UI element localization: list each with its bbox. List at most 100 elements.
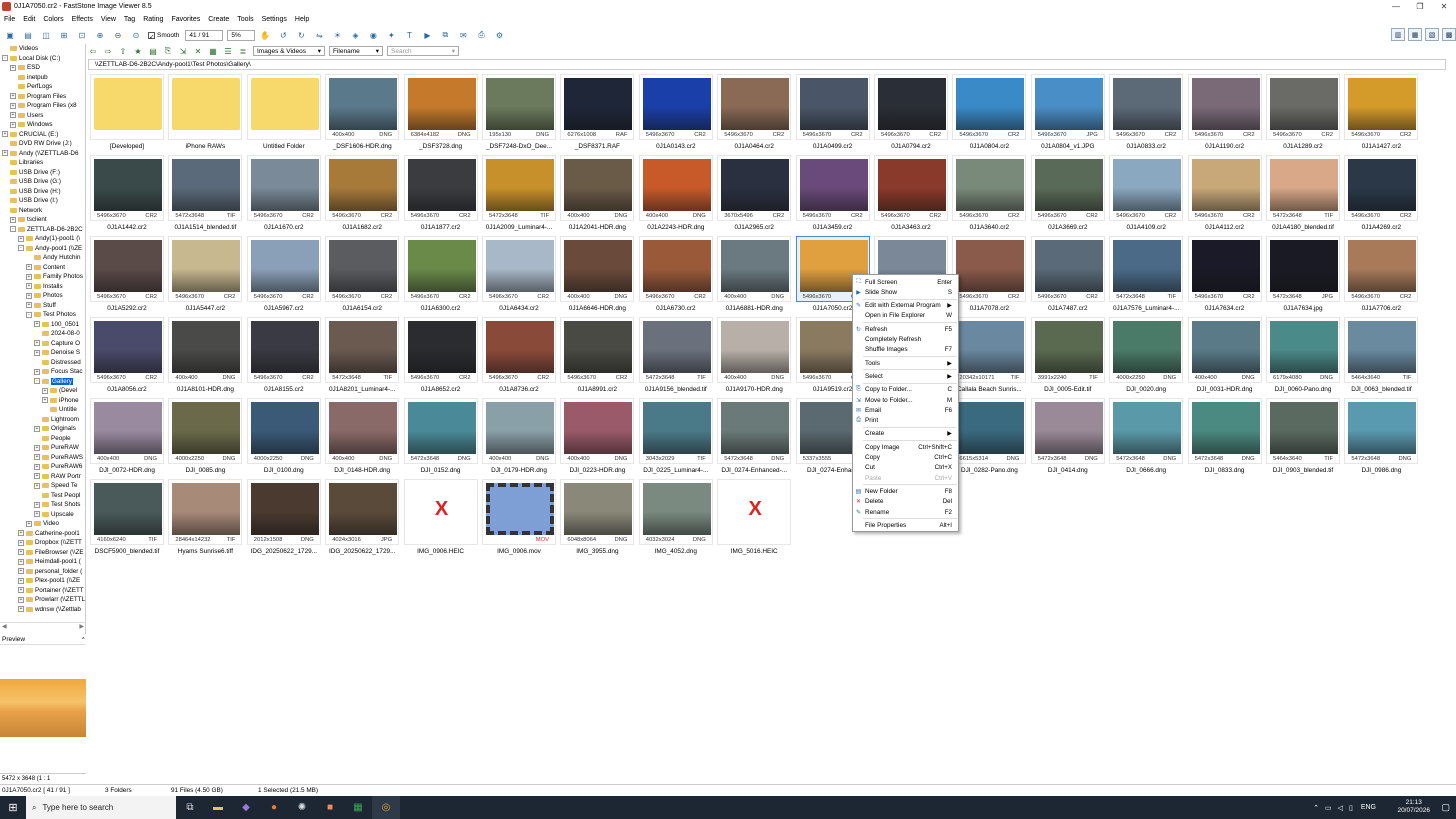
context-item-delete[interactable]: ✕ Delete Del	[853, 497, 958, 507]
zoom-out-icon[interactable]: ⊖	[112, 29, 124, 41]
tree-item[interactable]: + Dropbox (\\ZETT	[0, 538, 85, 548]
delete-tool-icon[interactable]: ✕	[193, 46, 203, 56]
tree-expander-icon[interactable]: +	[2, 131, 8, 138]
tree-item[interactable]: Lightroom	[0, 415, 85, 425]
new-folder-tool-icon[interactable]: ▤	[148, 46, 158, 56]
effects-icon[interactable]: ✦	[385, 29, 397, 41]
tree-expander-icon[interactable]: +	[34, 340, 40, 347]
thumbnail-tile[interactable]: 5496x3670 CR2 0J1A3463.cr2	[874, 155, 948, 235]
context-item-file-properties[interactable]: File Properties Alt+I	[853, 520, 958, 530]
context-item-tools[interactable]: Tools ▶	[853, 358, 958, 368]
network-icon[interactable]: ▭	[1325, 804, 1332, 812]
thumbnail-tile[interactable]: 400x400 DNG DJI_0072-HDR.dng	[90, 398, 164, 478]
search-input[interactable]: Search ▾	[387, 46, 459, 56]
thumbnail-tile[interactable]: 4000x2250 DNG DJI_0085.dng	[168, 398, 243, 478]
thumbnail-tile[interactable]: 5496x3670 CR2 0J1A0833.cr2	[1109, 74, 1184, 154]
tree-item[interactable]: USB Drive (G:)	[0, 177, 85, 187]
context-item-print[interactable]: ⎙ Print	[853, 416, 958, 426]
thumbnail-tile[interactable]: [Developed]	[90, 74, 164, 154]
tree-item[interactable]: Andy Hutchin	[0, 253, 85, 263]
tree-expander-icon[interactable]: +	[18, 606, 24, 613]
thumbnail-tile[interactable]: 4000x2250 DNG DJI_0100.dng	[246, 398, 321, 478]
open-icon[interactable]: ▣	[4, 29, 16, 41]
thumbnail-tile[interactable]: X IMG_5016.HEIC	[717, 479, 792, 559]
tree-item[interactable]: + Test Shots	[0, 500, 85, 510]
tree-expander-icon[interactable]	[2, 207, 8, 213]
layout-1-button[interactable]: ▥	[1391, 28, 1405, 41]
tree-expander-icon[interactable]: +	[34, 444, 40, 451]
tree-expander-icon[interactable]: +	[34, 473, 40, 480]
context-item-open-in-file-explorer[interactable]: Open in File Explorer W	[853, 311, 958, 321]
thumbnail-tile[interactable]: 5496x3670 CR2 0J1A3459.cr2	[795, 155, 870, 235]
tree-item[interactable]: + Capture O	[0, 339, 85, 349]
folder-tree[interactable]: Videos - Local Disk (C:) + ESD inetpub PerfLog…	[0, 44, 86, 634]
thumbnail-tile[interactable]: 5496x3670 CR2 0J1A8991.cr2	[560, 317, 635, 397]
firefox-icon[interactable]: ●	[260, 796, 288, 819]
thumbnail-tile[interactable]: 5496x3670 CR2 0J1A6434.cr2	[482, 236, 556, 316]
notification-icon[interactable]: ▢	[1441, 802, 1450, 813]
filter-select[interactable]: Images & Videos ▾	[253, 46, 325, 56]
thumbnail-tile[interactable]: 5496x3670 CR2 0J1A1442.cr2	[90, 155, 164, 235]
thumbnail-tile[interactable]: 5496x3670 CR2 0J1A1427.cr2	[1344, 74, 1419, 154]
thumbnail-tile[interactable]: 5496x3670 CR2 0J1A1877.cr2	[403, 155, 478, 235]
context-item-new-folder[interactable]: ▤ New Folder F8	[853, 486, 958, 496]
tree-item[interactable]: People	[0, 434, 85, 444]
settings-icon[interactable]: ⚙	[493, 29, 505, 41]
tree-expander-icon[interactable]: +	[18, 235, 24, 242]
email-tool-icon[interactable]: ✉	[457, 29, 469, 41]
thumbnail-tile[interactable]: iPhone RAWs	[168, 74, 243, 154]
thumbnail-tile[interactable]: 5496x3670 CR2 0J1A4112.cr2	[1187, 155, 1262, 235]
thumbnail-tile[interactable]: 4000x2250 DNG DJI_0020.dng	[1109, 317, 1184, 397]
close-button[interactable]: ✕	[1432, 0, 1456, 13]
tree-expander-icon[interactable]: -	[34, 378, 40, 385]
tree-expander-icon[interactable]: -	[26, 311, 32, 318]
thumbnail-tile[interactable]: 5472x3648 DNG DJI_0414.dng	[1030, 398, 1105, 478]
thumbnail-tile[interactable]: 6276x1008 RAF _DSF8371.RAF	[560, 74, 635, 154]
tree-item[interactable]: + iPhone	[0, 396, 85, 406]
tree-item[interactable]: Test Peopl	[0, 491, 85, 501]
chatgpt-icon[interactable]: ✺	[288, 796, 316, 819]
smooth-checkbox[interactable]: ✓ Smooth	[148, 31, 179, 41]
tree-expander-icon[interactable]: +	[34, 368, 40, 375]
thumbnail-tile[interactable]: 5464x3640 TIF DJI_0903_blended.tif	[1266, 398, 1340, 478]
thumbnail-view-icon[interactable]: ▦	[208, 46, 218, 56]
context-item-rename[interactable]: ✎ Rename F2	[853, 507, 958, 517]
save-icon[interactable]: ◫	[40, 29, 52, 41]
battery-icon[interactable]: ▯	[1349, 804, 1353, 812]
thumbnail-tile[interactable]: 5496x3670 CR2 0J1A0794.cr2	[874, 74, 948, 154]
thumbnail-tile[interactable]: 3043x2029 TIF DJI_0225_Luminar4-...	[638, 398, 713, 478]
context-item-select[interactable]: Select ▶	[853, 371, 958, 381]
thumbnail-tile[interactable]: 28464x14232 TIF Hyams Sunrise6.tiff	[168, 479, 243, 559]
compare-icon[interactable]: ⧉	[439, 29, 451, 41]
tree-expander-icon[interactable]	[2, 198, 8, 204]
thumbnail-tile[interactable]: 5496x3670 CR2 0J1A6300.cr2	[403, 236, 478, 316]
details-view-icon[interactable]: ≣	[238, 46, 248, 56]
tree-item[interactable]: + (Devel	[0, 386, 85, 396]
tree-item[interactable]: + Portainer (\\ZETT	[0, 586, 85, 596]
tree-expander-icon[interactable]	[2, 179, 8, 185]
tree-item[interactable]: + RAW Portr	[0, 472, 85, 482]
tree-expander-icon[interactable]: +	[26, 264, 32, 271]
text-icon[interactable]: T	[403, 29, 415, 41]
tree-expander-icon[interactable]: +	[18, 577, 24, 584]
thumbnail-tile[interactable]: 5496x3670 CR2 0J1A3669.cr2	[1030, 155, 1105, 235]
thumbnail-tile[interactable]: 5472x3648 TIF 0J1A1514_blended.tif	[168, 155, 243, 235]
thumbnail-tile[interactable]: 3670x5496 CR2 0J1A2965.cr2	[717, 155, 792, 235]
thumbnail-tile[interactable]: 195x130 DNG _DSF7248-DxO_Dee...	[482, 74, 556, 154]
tree-item[interactable]: + Users	[0, 111, 85, 121]
tree-expander-icon[interactable]: +	[34, 501, 40, 508]
tree-expander-icon[interactable]: +	[10, 216, 16, 223]
volume-icon[interactable]: ◁	[1338, 804, 1343, 812]
tree-item[interactable]: + PureRAWS	[0, 453, 85, 463]
tree-expander-icon[interactable]: +	[10, 64, 16, 71]
tree-expander-icon[interactable]: +	[34, 482, 40, 489]
thumbnail-tile[interactable]: 20342x10171 TIF Callala Beach Sunris...	[952, 317, 1027, 397]
thumbnail-tile[interactable]: 5472x3648 DNG DJI_0152.dng	[403, 398, 478, 478]
tree-item[interactable]: + Heimdall-pool1 (	[0, 557, 85, 567]
redeye-icon[interactable]: ◉	[367, 29, 379, 41]
tree-item[interactable]: - Test Photos	[0, 310, 85, 320]
tree-expander-icon[interactable]: +	[10, 93, 16, 100]
flip-icon[interactable]: ⇋	[313, 29, 325, 41]
context-item-full-screen[interactable]: ⛶ Full Screen Enter	[853, 277, 958, 287]
tree-item[interactable]: + Originals	[0, 424, 85, 434]
